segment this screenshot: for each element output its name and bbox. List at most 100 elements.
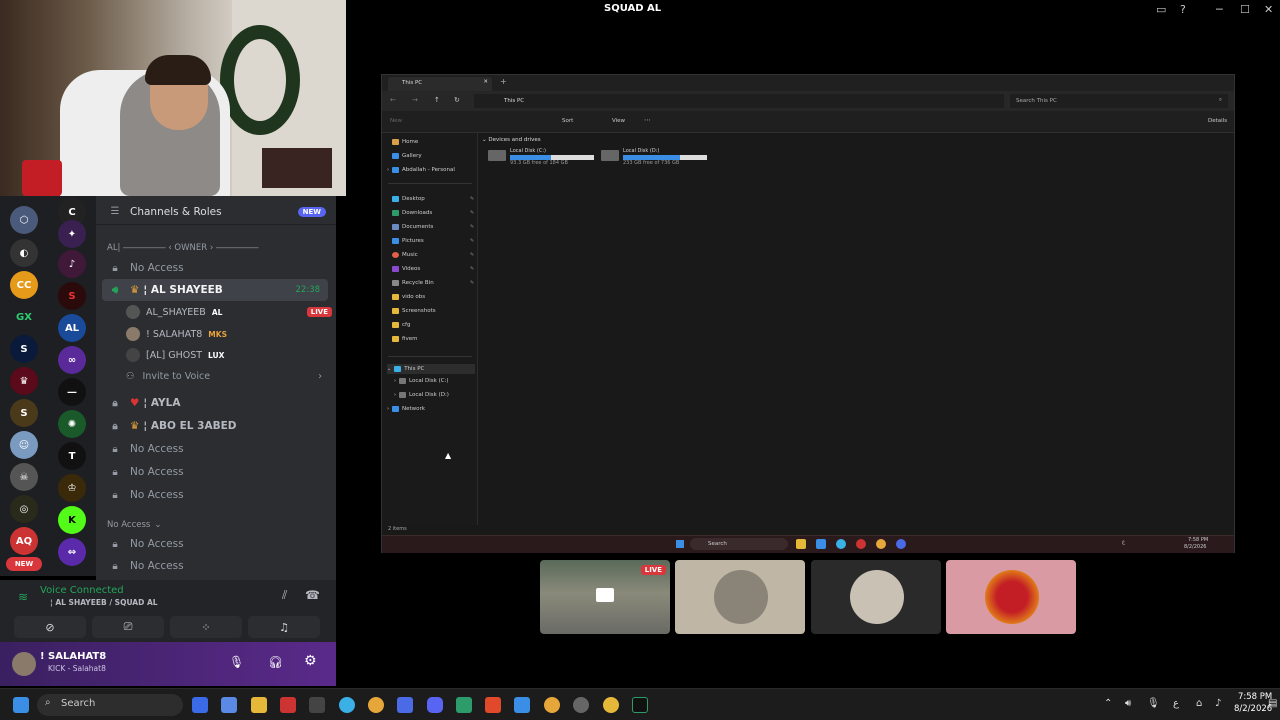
- server-icon[interactable]: ☺: [10, 431, 38, 459]
- discord-icon[interactable]: [896, 539, 906, 549]
- file-explorer-icon[interactable]: [796, 539, 806, 549]
- server-icon[interactable]: ⬡: [10, 206, 38, 234]
- app-icon[interactable]: [856, 539, 866, 549]
- discord-icon[interactable]: [427, 697, 443, 713]
- voice-user[interactable]: [AL] GHOST LUX: [126, 345, 224, 365]
- store-icon[interactable]: [816, 539, 826, 549]
- server-icon[interactable]: S: [10, 335, 38, 363]
- server-icon[interactable]: ♛: [10, 367, 38, 395]
- drive-d[interactable]: Local Disk (D:) 233 GB free of 736 GB: [601, 148, 707, 166]
- nav-item[interactable]: Music: [392, 252, 418, 258]
- channels-roles-button[interactable]: ☰ Channels & Roles NEW: [96, 199, 336, 225]
- server-icon[interactable]: S: [58, 282, 86, 310]
- section-header[interactable]: ⌄ Devices and drives: [482, 137, 541, 143]
- server-icon[interactable]: CC: [10, 271, 38, 299]
- taskbar-search-input[interactable]: ⌕ Search: [37, 694, 183, 716]
- nav-item[interactable]: vido obs: [392, 294, 425, 300]
- server-icon[interactable]: ♔: [58, 474, 86, 502]
- voice-channel-name[interactable]: ¦ AL SHAYEEB / SQUAD AL: [50, 598, 158, 607]
- microphone-icon[interactable]: 🎙︎: [229, 655, 244, 669]
- user-tile[interactable]: [946, 560, 1076, 634]
- nav-item[interactable]: Pictures: [392, 238, 424, 244]
- nav-item[interactable]: cfg: [392, 322, 410, 328]
- server-icon[interactable]: ✦: [58, 220, 86, 248]
- channel-locked[interactable]: 🔒︎ No Access: [96, 533, 336, 555]
- up-icon[interactable]: ↑: [434, 96, 440, 104]
- server-icon[interactable]: AQ: [10, 527, 38, 555]
- nav-item[interactable]: Screenshots: [392, 308, 436, 314]
- chrome-icon[interactable]: [876, 539, 886, 549]
- tray-lang[interactable]: ع: [1122, 539, 1125, 545]
- nav-item[interactable]: › Local Disk (D:): [394, 392, 449, 398]
- windows-start-icon[interactable]: [676, 540, 684, 548]
- back-icon[interactable]: ←: [390, 96, 396, 104]
- server-icon[interactable]: ∞: [58, 346, 86, 374]
- language-indicator[interactable]: ع: [1173, 698, 1179, 709]
- app-icon[interactable]: [514, 697, 530, 713]
- app-icon[interactable]: [632, 697, 648, 713]
- noise-suppression-icon[interactable]: ⫽: [282, 588, 287, 603]
- view-button[interactable]: View: [612, 118, 625, 124]
- volume-icon[interactable]: ♪: [1215, 698, 1221, 709]
- server-icon[interactable]: ⇔: [58, 538, 86, 566]
- nav-item[interactable]: › Network: [387, 406, 425, 412]
- help-icon[interactable]: ?: [1180, 3, 1186, 16]
- more-icon[interactable]: ⋯: [644, 116, 651, 124]
- nav-this-pc[interactable]: ⌄ This PC: [387, 364, 475, 374]
- inbox-icon[interactable]: ▭: [1156, 3, 1166, 16]
- edge-icon[interactable]: [836, 539, 846, 549]
- server-icon[interactable]: ◎: [10, 495, 38, 523]
- stream-tile[interactable]: LIVE: [540, 560, 670, 634]
- edge-icon[interactable]: [339, 697, 355, 713]
- brave-icon[interactable]: [485, 697, 501, 713]
- chevron-up-icon[interactable]: ⌃: [1104, 698, 1112, 709]
- channel-abo[interactable]: 🔒︎ ♛ ¦ ABO EL 3ABED: [96, 415, 336, 437]
- nav-item[interactable]: Videos: [392, 266, 420, 272]
- server-icon[interactable]: ☠: [10, 463, 38, 491]
- screen-share-button[interactable]: ⎚: [92, 616, 164, 638]
- maximize-icon[interactable]: ☐: [1240, 3, 1250, 16]
- settings-gear-icon[interactable]: ⚙: [304, 653, 317, 669]
- clock-date[interactable]: 8/2/2026: [1234, 704, 1272, 714]
- forward-icon[interactable]: →: [412, 96, 418, 104]
- server-icon[interactable]: ✺: [58, 410, 86, 438]
- server-icon[interactable]: ◐: [10, 239, 38, 267]
- nav-item[interactable]: Documents: [392, 224, 433, 230]
- new-tab-icon[interactable]: +: [500, 77, 507, 86]
- tab-this-pc[interactable]: This PC ✕: [388, 77, 492, 91]
- nav-item[interactable]: › Local Disk (C:): [394, 378, 449, 384]
- voice-channel-active[interactable]: 🔊︎ ♛ ¦ AL SHAYEEB 22:38: [102, 279, 328, 301]
- disconnect-icon[interactable]: ☎: [305, 588, 320, 602]
- app-icon[interactable]: [456, 697, 472, 713]
- server-icon[interactable]: S: [10, 399, 38, 427]
- sort-button[interactable]: Sort: [562, 118, 573, 124]
- server-icon[interactable]: —: [58, 378, 86, 406]
- taskbar-search[interactable]: Search: [690, 538, 788, 550]
- search-input[interactable]: Search This PC ⌕: [1010, 94, 1228, 108]
- server-icon[interactable]: T: [58, 442, 86, 470]
- avatar[interactable]: [12, 652, 36, 676]
- nav-item[interactable]: Downloads: [392, 210, 432, 216]
- app-icon[interactable]: [397, 697, 413, 713]
- channel-ayla[interactable]: 🔒︎ ♥ ¦ AYLA: [96, 392, 336, 414]
- channel-locked[interactable]: 🔒︎ No Access: [96, 438, 336, 460]
- microphone-icon[interactable]: 🎙︎: [1147, 698, 1160, 709]
- app-icon[interactable]: [573, 697, 589, 713]
- inner-clock-time[interactable]: 7:58 PM: [1188, 537, 1208, 543]
- inner-clock-date[interactable]: 8/2/2026: [1184, 544, 1206, 550]
- channel-locked[interactable]: 🔒︎ No Access: [96, 461, 336, 483]
- file-explorer-icon[interactable]: [251, 697, 267, 713]
- store-icon[interactable]: [309, 697, 325, 713]
- nav-item[interactable]: Gallery: [392, 153, 422, 159]
- camera-button[interactable]: ⊘: [14, 616, 86, 638]
- new-button[interactable]: New: [390, 118, 402, 124]
- network-icon[interactable]: ⌂: [1196, 698, 1202, 709]
- chrome-icon[interactable]: [544, 697, 560, 713]
- windows-start-icon[interactable]: [13, 697, 29, 713]
- voice-status[interactable]: Voice Connected: [40, 585, 124, 596]
- channel-locked[interactable]: 🔒︎ No Access: [96, 484, 336, 506]
- nav-item[interactable]: › Abdallah - Personal: [387, 167, 455, 173]
- activities-button[interactable]: ⁘: [170, 616, 242, 638]
- chrome-icon[interactable]: [368, 697, 384, 713]
- voice-user[interactable]: ! SALAHAT8 MKS: [126, 324, 227, 344]
